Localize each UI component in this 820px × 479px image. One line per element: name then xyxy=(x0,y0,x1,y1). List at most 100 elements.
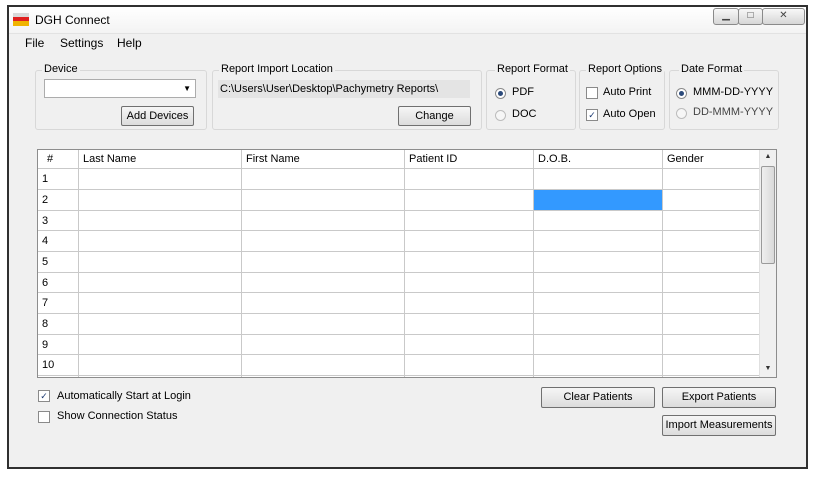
menu-settings[interactable]: Settings xyxy=(60,36,103,50)
column-header-number[interactable]: # xyxy=(38,150,79,169)
auto-print-checkbox[interactable] xyxy=(586,87,598,99)
doc-radio[interactable] xyxy=(495,110,506,121)
auto-start-checkbox[interactable]: ✓ xyxy=(38,390,50,402)
window-title: DGH Connect xyxy=(35,13,110,27)
close-button[interactable]: ✕ xyxy=(762,8,805,25)
dd-mmm-yyyy-radio[interactable] xyxy=(676,108,687,119)
table-cell[interactable] xyxy=(534,314,663,335)
add-devices-button[interactable]: Add Devices xyxy=(121,106,194,126)
column-header-patient-id[interactable]: Patient ID xyxy=(405,150,534,169)
table-cell[interactable] xyxy=(79,355,242,376)
row-number-cell: 4 xyxy=(38,231,79,252)
table-cell[interactable] xyxy=(79,211,242,231)
table-cell[interactable] xyxy=(79,252,242,273)
table-cell[interactable] xyxy=(405,355,534,376)
table-cell[interactable] xyxy=(79,190,242,211)
table-cell[interactable] xyxy=(534,376,663,377)
table-cell[interactable] xyxy=(242,252,405,273)
app-logo-icon xyxy=(13,13,29,26)
row-number-cell: 1 xyxy=(38,169,79,190)
table-cell[interactable] xyxy=(405,335,534,355)
import-measurements-button[interactable]: Import Measurements xyxy=(662,415,776,436)
table-cell[interactable] xyxy=(405,190,534,211)
report-format-group: Report Format xyxy=(486,63,576,130)
table-cell[interactable] xyxy=(405,314,534,335)
menu-file[interactable]: File xyxy=(25,36,44,50)
table-cell[interactable] xyxy=(534,252,663,273)
table-cell[interactable] xyxy=(663,252,760,273)
pdf-radio[interactable] xyxy=(495,88,506,99)
table-cell[interactable] xyxy=(79,169,242,190)
table-cell[interactable] xyxy=(534,355,663,376)
column-header-first-name[interactable]: First Name xyxy=(242,150,405,169)
minimize-button[interactable]: ▁ xyxy=(713,8,739,25)
table-cell[interactable] xyxy=(242,335,405,355)
table-cell[interactable] xyxy=(405,231,534,252)
export-patients-button[interactable]: Export Patients xyxy=(662,387,776,408)
row-number-cell: 9 xyxy=(38,335,79,355)
table-cell[interactable] xyxy=(534,293,663,314)
table-cell[interactable] xyxy=(534,231,663,252)
column-header-dob[interactable]: D.O.B. xyxy=(534,150,663,169)
show-status-checkbox[interactable] xyxy=(38,411,50,423)
table-cell[interactable] xyxy=(79,273,242,293)
date-format-group: Date Format xyxy=(669,63,779,130)
table-cell[interactable] xyxy=(405,252,534,273)
menu-bar: File Settings Help xyxy=(9,33,820,53)
import-location-label: Report Import Location xyxy=(219,63,335,75)
device-select[interactable]: ▼ xyxy=(44,79,196,98)
table-cell[interactable] xyxy=(663,231,760,252)
title-bar[interactable]: DGH Connect ▁ □ ✕ xyxy=(9,7,806,34)
table-cell[interactable] xyxy=(405,169,534,190)
menu-help[interactable]: Help xyxy=(117,36,142,50)
table-cell[interactable] xyxy=(242,231,405,252)
table-cell[interactable] xyxy=(663,190,760,211)
row-number-cell: 6 xyxy=(38,273,79,293)
change-button[interactable]: Change xyxy=(398,106,471,126)
scroll-up-icon[interactable]: ▲ xyxy=(760,153,776,160)
table-cell[interactable] xyxy=(534,190,663,211)
maximize-button[interactable]: □ xyxy=(738,8,763,25)
table-cell[interactable] xyxy=(405,211,534,231)
column-header-gender[interactable]: Gender xyxy=(663,150,760,169)
table-cell[interactable] xyxy=(242,273,405,293)
minimize-icon: ▁ xyxy=(722,10,730,21)
table-cell[interactable] xyxy=(79,231,242,252)
table-cell[interactable] xyxy=(663,273,760,293)
table-cell[interactable] xyxy=(663,211,760,231)
scrollbar-thumb[interactable] xyxy=(761,166,775,264)
row-number-cell: 3 xyxy=(38,211,79,231)
table-cell[interactable] xyxy=(242,376,405,377)
table-cell[interactable] xyxy=(663,293,760,314)
vertical-scrollbar[interactable]: ▲ ▼ xyxy=(759,150,776,377)
table-cell[interactable] xyxy=(242,293,405,314)
table-cell[interactable] xyxy=(79,376,242,377)
table-cell[interactable] xyxy=(405,376,534,377)
table-cell[interactable] xyxy=(534,273,663,293)
report-options-label: Report Options xyxy=(586,63,664,75)
auto-open-checkbox[interactable]: ✓ xyxy=(586,109,598,121)
table-cell[interactable] xyxy=(242,190,405,211)
table-cell[interactable] xyxy=(242,169,405,190)
scroll-down-icon[interactable]: ▼ xyxy=(760,365,776,372)
table-cell[interactable] xyxy=(79,314,242,335)
table-cell[interactable] xyxy=(79,335,242,355)
table-cell[interactable] xyxy=(405,293,534,314)
pdf-radio-label: PDF xyxy=(512,86,534,98)
table-cell[interactable] xyxy=(663,376,760,377)
table-cell[interactable] xyxy=(663,169,760,190)
column-header-last-name[interactable]: Last Name xyxy=(79,150,242,169)
table-cell[interactable] xyxy=(242,314,405,335)
table-cell[interactable] xyxy=(242,211,405,231)
table-cell[interactable] xyxy=(534,335,663,355)
table-cell[interactable] xyxy=(79,293,242,314)
table-cell[interactable] xyxy=(242,355,405,376)
table-cell[interactable] xyxy=(663,335,760,355)
mmm-dd-yyyy-radio[interactable] xyxy=(676,88,687,99)
table-cell[interactable] xyxy=(534,169,663,190)
table-cell[interactable] xyxy=(663,314,760,335)
table-cell[interactable] xyxy=(534,211,663,231)
table-cell[interactable] xyxy=(663,355,760,376)
table-cell[interactable] xyxy=(405,273,534,293)
clear-patients-button[interactable]: Clear Patients xyxy=(541,387,655,408)
